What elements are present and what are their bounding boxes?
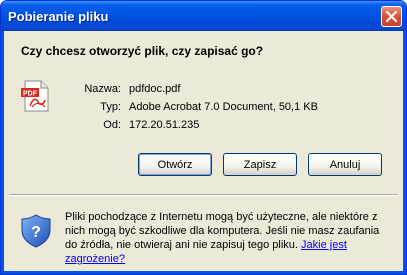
pdf-file-icon: PDF <box>21 80 49 112</box>
type-value: Adobe Acrobat 7.0 Document, 50,1 KB <box>129 101 318 113</box>
close-icon <box>386 11 397 22</box>
type-label: Typ: <box>100 101 121 113</box>
download-dialog: Pobieranie pliku Czy chcesz otworzyć pli… <box>0 0 407 275</box>
name-label: Nazwa: <box>84 83 121 95</box>
svg-text:?: ? <box>31 224 41 241</box>
window-title: Pobieranie pliku <box>8 9 109 24</box>
separator <box>9 194 398 196</box>
window-frame-right <box>403 31 406 274</box>
window-frame-bottom <box>1 271 406 274</box>
window-frame-left <box>1 31 4 274</box>
open-button[interactable]: Otwórz <box>138 153 212 176</box>
close-button[interactable] <box>381 6 402 27</box>
save-button[interactable]: Zapisz <box>223 153 297 176</box>
source-label: Od: <box>103 119 121 131</box>
security-shield-icon: ? <box>21 214 51 248</box>
name-value: pdfdoc.pdf <box>129 83 181 95</box>
security-warning: Pliki pochodzące z Internetu mogą być uż… <box>65 210 385 266</box>
svg-text:PDF: PDF <box>23 91 38 98</box>
source-value: 172.20.51.235 <box>129 119 200 131</box>
cancel-button[interactable]: Anuluj <box>308 153 382 176</box>
title-bar[interactable]: Pobieranie pliku <box>1 1 406 31</box>
dialog-question: Czy chcesz otworzyć plik, czy zapisać go… <box>21 44 264 58</box>
